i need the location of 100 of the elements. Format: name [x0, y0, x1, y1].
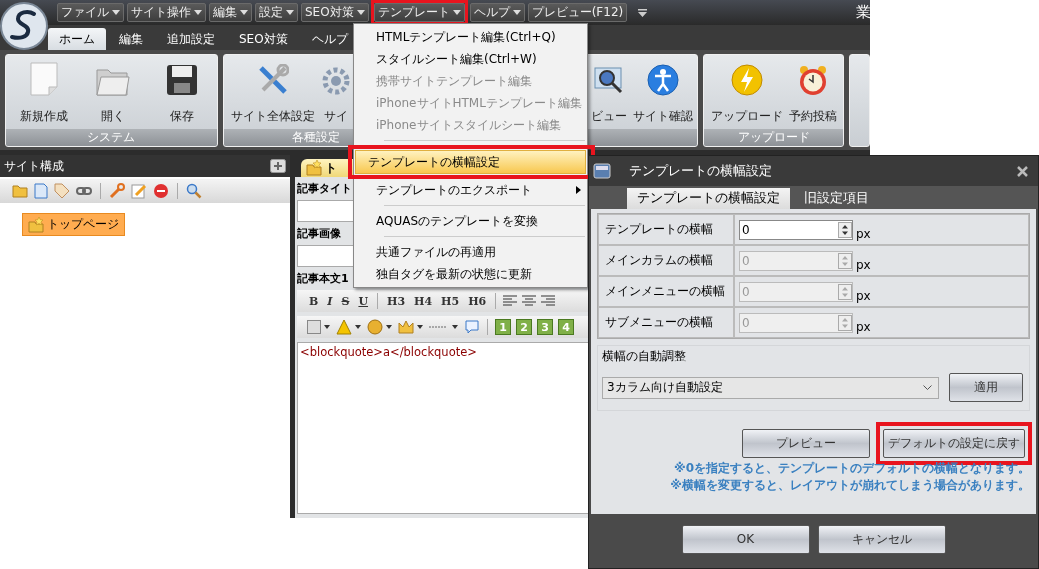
ribbon-button[interactable]: 開く: [78, 55, 148, 129]
ribbon-button[interactable]: サイト全体設定: [228, 55, 318, 129]
menu-button[interactable]: サイト操作: [127, 3, 206, 22]
ribbon-button[interactable]: アップロード: [708, 55, 787, 129]
field-label: 記事画像: [297, 226, 341, 241]
unit-label: px: [856, 287, 871, 303]
menu-item[interactable]: テンプレートの横幅設定: [355, 150, 586, 174]
ribbon-button[interactable]: サイ: [318, 55, 354, 129]
delete-icon[interactable]: [153, 183, 169, 199]
group-title: アップロード: [704, 129, 843, 146]
ribbon-tab[interactable]: SEO対策: [228, 28, 299, 50]
pencil-icon[interactable]: [131, 183, 147, 199]
ribbon-button[interactable]: ビュー: [588, 55, 631, 129]
caret-icon: [240, 10, 248, 15]
box-icon[interactable]: [307, 320, 331, 334]
align-center-icon[interactable]: [522, 295, 537, 307]
menu-button[interactable]: 編集: [209, 3, 252, 22]
wrench-icon[interactable]: [109, 183, 125, 199]
ribbon-tab[interactable]: ホーム: [48, 28, 106, 50]
caret-icon: [452, 10, 461, 15]
folder-icon[interactable]: [12, 184, 28, 198]
menu-button[interactable]: テンプレート: [373, 3, 465, 22]
dialog-button[interactable]: キャンセル: [817, 524, 946, 554]
logo-icon[interactable]: [0, 2, 48, 50]
window-title: 業: [856, 3, 870, 22]
menu-button[interactable]: ファイル: [57, 3, 124, 22]
caret-icon: [286, 10, 294, 15]
submenu-arrow-icon: [576, 186, 581, 194]
format-button[interactable]: H6: [466, 294, 489, 308]
format-button[interactable]: B: [307, 294, 321, 308]
number-spinner[interactable]: 0: [739, 219, 853, 240]
caret-icon: [112, 10, 120, 15]
field-label: 記事本文1: [297, 271, 349, 286]
folder-icon: [96, 66, 130, 96]
menu-item[interactable]: テンプレートのエクスポート: [354, 179, 587, 201]
caret-icon: [356, 10, 365, 15]
format-button[interactable]: U: [356, 294, 370, 308]
menu-button[interactable]: SEO対策: [301, 3, 369, 22]
ribbon-button[interactable]: サイト確認: [630, 55, 697, 129]
unit-label: px: [856, 318, 871, 334]
close-icon[interactable]: [1017, 165, 1028, 177]
menu-button[interactable]: プレビュー(F12): [527, 3, 628, 22]
accessibility-icon: [647, 64, 680, 96]
format-button[interactable]: H5: [439, 294, 462, 308]
format-button[interactable]: I: [325, 294, 335, 308]
dialog-tab[interactable]: 旧設定項目: [794, 188, 879, 209]
chevron-down-icon: [923, 384, 932, 391]
menu-button[interactable]: 設定: [255, 3, 298, 22]
format-button[interactable]: S: [339, 294, 352, 308]
field-label: 記事タイト: [297, 181, 352, 196]
dialog-button[interactable]: デフォルトの設定に戻す: [883, 429, 1025, 458]
format-button[interactable]: H3: [385, 294, 408, 308]
tag-icon[interactable]: [54, 183, 70, 199]
home-folder-icon: [306, 160, 322, 176]
document-icon[interactable]: [34, 183, 48, 199]
ribbon-tab[interactable]: 編集: [108, 28, 154, 50]
dialog-button[interactable]: プレビュー: [742, 429, 870, 458]
home-folder-icon: [28, 216, 44, 233]
warning-icon[interactable]: [336, 319, 362, 335]
menu-item[interactable]: 共通ファイルの再適用: [354, 241, 587, 263]
tools-icon: [257, 64, 289, 96]
dialog-tab[interactable]: テンプレートの横幅設定: [627, 188, 790, 209]
ribbon-tab[interactable]: 追加設定: [156, 28, 226, 50]
align-right-icon[interactable]: [541, 295, 556, 307]
setting-label: メインカラムの横幅: [598, 245, 734, 276]
setting-label: メインメニューの横幅: [598, 276, 734, 307]
group-title: 横幅の自動調整: [602, 348, 687, 365]
ribbon-button[interactable]: 新規作成: [10, 55, 79, 129]
align-left-icon[interactable]: [503, 295, 518, 307]
unit-label: px: [856, 225, 871, 241]
link-icon[interactable]: [76, 186, 92, 196]
panel-title: サイト構成: [4, 157, 64, 175]
apply-button[interactable]: 適用: [949, 373, 1023, 402]
group-title: システム: [6, 129, 217, 146]
tree-item[interactable]: トップページ: [22, 213, 125, 236]
format-button[interactable]: H4: [412, 294, 435, 308]
unit-label: px: [856, 256, 871, 272]
dialog-title: テンプレートの横幅設定: [629, 162, 772, 180]
lightning-icon: [731, 64, 764, 96]
dialog-button[interactable]: OK: [681, 524, 810, 554]
caret-icon: [512, 10, 521, 15]
menu-button[interactable]: ヘルプ: [469, 3, 525, 22]
spinner-arrows-icon[interactable]: [838, 221, 852, 238]
ribbon-button[interactable]: 保存: [147, 55, 216, 129]
setting-label: テンプレートの横幅: [598, 214, 734, 245]
dropdown-field[interactable]: 3カラム向け自動設定: [602, 376, 939, 399]
ribbon-button[interactable]: 予約投稿: [786, 55, 841, 129]
pin-icon[interactable]: [270, 159, 286, 173]
crown-icon[interactable]: [398, 319, 424, 335]
coin-icon[interactable]: [367, 319, 393, 335]
app-icon: [593, 162, 611, 180]
caret-icon: [194, 10, 202, 15]
menu-item[interactable]: AQUASのテンプレートを変換: [354, 210, 587, 232]
document-icon: [29, 62, 60, 96]
menu-item[interactable]: スタイルシート編集(Ctrl+W): [354, 48, 587, 70]
speech-bubble-icon[interactable]: [464, 319, 480, 335]
menu-item[interactable]: 独自タグを最新の状態に更新: [354, 263, 587, 285]
setting-label: サブメニューの横幅: [598, 307, 734, 338]
gear-icon: [321, 66, 351, 96]
search-icon[interactable]: [186, 183, 202, 199]
